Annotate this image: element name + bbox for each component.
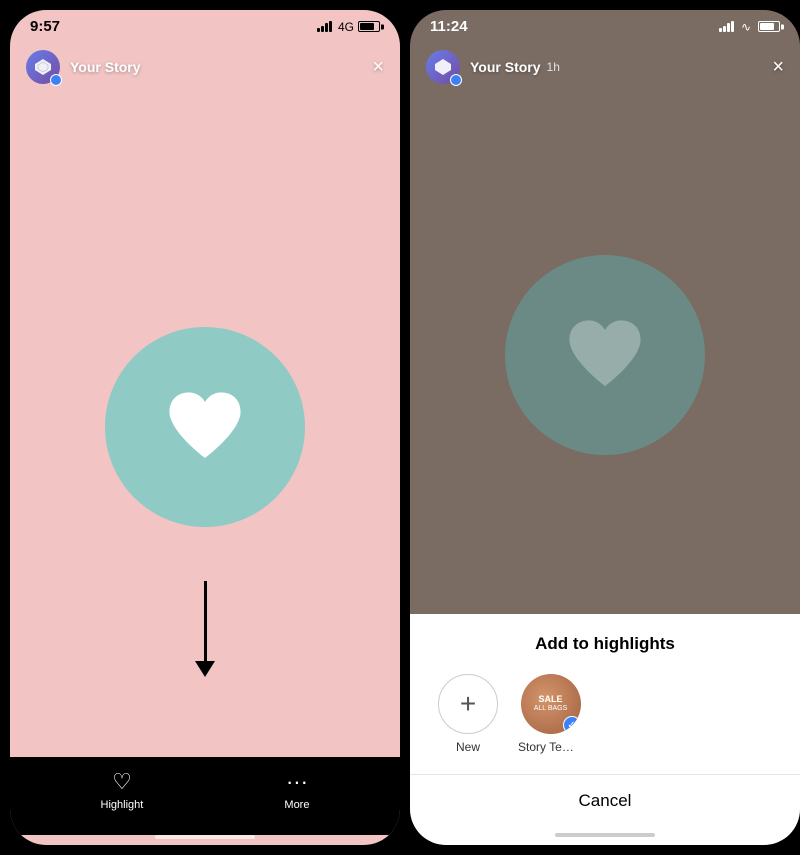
- left-heart-icon: [160, 387, 250, 467]
- left-time: 9:57: [30, 18, 60, 35]
- avatar-icon: [33, 57, 53, 77]
- right-signal-icon: [719, 21, 734, 32]
- sheet-title: Add to highlights: [430, 634, 780, 654]
- signal-bar-r4: [731, 21, 734, 32]
- checkmark-badge: ✓: [563, 716, 581, 734]
- right-time: 11:24: [430, 18, 468, 35]
- new-label: New: [456, 740, 480, 754]
- right-phone: 11:24 ∿ Your: [400, 0, 800, 855]
- right-story-content: [410, 96, 800, 614]
- left-story-username: Your Story: [70, 59, 141, 75]
- plus-icon: +: [460, 688, 476, 720]
- left-battery-fill: [360, 23, 374, 30]
- existing-highlight-item[interactable]: SALE ALL BAGS ✓ Story Templ...: [518, 674, 583, 754]
- right-battery-fill: [760, 23, 774, 30]
- more-label: More: [284, 799, 309, 811]
- signal-bar-1: [317, 28, 320, 32]
- right-avatar-badge: [450, 74, 462, 86]
- highlight-icon: ♡: [112, 769, 132, 795]
- thumb-text-2: ALL BAGS: [534, 705, 568, 713]
- left-battery-icon: [358, 21, 380, 32]
- right-wifi-icon: ∿: [741, 20, 751, 34]
- right-story-time: 1h: [547, 60, 560, 74]
- left-signal-icon: [317, 21, 332, 32]
- left-avatar: [26, 50, 60, 84]
- more-icon: ···: [286, 769, 308, 795]
- left-story-content: [10, 96, 400, 757]
- left-phone: 9:57 4G: [0, 0, 400, 855]
- signal-bar-2: [321, 26, 324, 32]
- right-avatar: [426, 50, 460, 84]
- new-highlight-item[interactable]: + New: [438, 674, 498, 754]
- cancel-button[interactable]: Cancel: [430, 775, 780, 827]
- highlight-button[interactable]: ♡ Highlight: [101, 769, 144, 811]
- add-circle[interactable]: +: [438, 674, 498, 734]
- right-status-icons: ∿: [719, 20, 780, 34]
- add-to-highlights-sheet: Add to highlights + New SALE AL: [410, 614, 800, 845]
- right-story-username: Your Story: [470, 59, 541, 75]
- arrow-head: [195, 661, 215, 677]
- left-heart-circle: [105, 327, 305, 527]
- left-phone-frame: 9:57 4G: [10, 10, 400, 845]
- right-close-btn[interactable]: ×: [772, 56, 784, 79]
- signal-bar-4: [329, 21, 332, 32]
- highlight-thumb: SALE ALL BAGS ✓: [521, 674, 581, 734]
- signal-bar-3: [325, 23, 328, 32]
- left-avatar-badge: [50, 74, 62, 86]
- signal-bar-r2: [723, 26, 726, 32]
- thumb-text-1: SALE: [538, 695, 562, 705]
- right-heart-circle: [505, 255, 705, 455]
- more-button[interactable]: ··· More: [284, 769, 309, 811]
- signal-bar-r3: [727, 23, 730, 32]
- right-avatar-icon: [433, 57, 453, 77]
- left-home-indicator: [155, 835, 255, 839]
- left-close-btn[interactable]: ×: [372, 56, 384, 79]
- right-heart-icon: [560, 315, 650, 395]
- left-bottom-bar: ♡ Highlight ··· More: [10, 757, 400, 835]
- existing-label: Story Templ...: [518, 740, 583, 754]
- left-status-icons: 4G: [317, 20, 380, 34]
- right-status-bar: 11:24 ∿: [410, 10, 800, 39]
- signal-bar-r1: [719, 28, 722, 32]
- left-network: 4G: [338, 20, 354, 34]
- arrow-line: [204, 581, 207, 661]
- highlights-row: + New SALE ALL BAGS ✓: [430, 674, 780, 770]
- right-battery-icon: [758, 21, 780, 32]
- left-status-bar: 9:57 4G: [10, 10, 400, 39]
- down-arrow: [195, 581, 215, 677]
- right-home-indicator: [555, 833, 655, 837]
- right-phone-frame: 11:24 ∿ Your: [410, 10, 800, 845]
- highlight-label: Highlight: [101, 799, 144, 811]
- thumb-text-wrapper: SALE ALL BAGS: [534, 695, 568, 713]
